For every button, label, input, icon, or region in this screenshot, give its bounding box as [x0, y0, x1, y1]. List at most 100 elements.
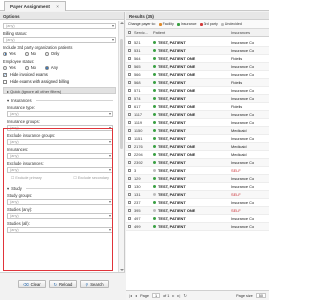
table-row[interactable]: 617 TEST, PATIENT ONE Fidelis	[126, 103, 269, 111]
row-checkbox[interactable]	[126, 96, 133, 101]
search-button[interactable]: ⚲ Search	[80, 280, 109, 288]
row-checkbox[interactable]	[126, 56, 133, 61]
table-row[interactable]: 1119 TEST, PATIENT Insurance Co	[126, 119, 269, 127]
billing-status-select[interactable]: (any)	[3, 37, 116, 43]
include-3rd-party-radios: Yes No Only	[3, 50, 116, 57]
table-row[interactable]: 564 TEST, PATIENT ONE Fidelis	[126, 55, 269, 63]
payer-facility-button[interactable]: Facility	[158, 22, 174, 26]
options-scrollbar[interactable]	[118, 21, 124, 272]
row-checkbox[interactable]	[126, 216, 133, 221]
row-checkbox[interactable]	[126, 120, 133, 125]
row-checkbox[interactable]	[126, 168, 133, 173]
row-checkbox[interactable]	[126, 208, 133, 213]
col-service[interactable]: Servic...	[133, 30, 151, 35]
row-checkbox[interactable]	[126, 64, 133, 69]
table-row[interactable]: 521 TEST, PATIENT Insurance Co	[126, 39, 269, 47]
table-row[interactable]: 131 TEST, PATIENT SELF	[126, 191, 269, 199]
scroll-down-icon[interactable]	[120, 269, 124, 271]
table-row[interactable]: 566 TEST, PATIENT ONE Insurance Co	[126, 71, 269, 79]
table-row[interactable]: 1151 TEST, PATIENT Insurance Co	[126, 135, 269, 143]
hide-invoiced-checkbox[interactable]	[3, 72, 7, 77]
payer-insurance-button[interactable]: Insurance	[176, 22, 197, 26]
row-patient-name: TEST, PATIENT	[158, 176, 186, 181]
table-row[interactable]: 565 TEST, PATIENT ONE Insurance Co	[126, 63, 269, 71]
top-select[interactable]: (any)	[3, 23, 116, 29]
payer-undecided-button[interactable]: Undecided	[220, 22, 242, 26]
select-all-checkbox[interactable]	[126, 30, 133, 35]
insurance-type-select[interactable]: (any)	[7, 111, 113, 117]
radio-only[interactable]	[44, 51, 49, 56]
scroll-up-icon[interactable]	[120, 22, 124, 24]
row-patient: TEST, PATIENT ONE	[151, 152, 229, 157]
table-row[interactable]: 395 TEST, PATIENT ONE SELF	[126, 207, 269, 215]
row-checkbox[interactable]	[126, 136, 133, 141]
radio-emp-any[interactable]	[44, 65, 49, 70]
table-row[interactable]: 1150 TEST, PATIENT Medicaid	[126, 127, 269, 135]
row-checkbox[interactable]	[126, 144, 133, 149]
row-checkbox[interactable]	[126, 128, 133, 133]
radio-emp-yes[interactable]	[3, 65, 7, 70]
close-icon[interactable]: ×	[56, 4, 59, 9]
prev-page-icon[interactable]: ◂	[135, 293, 137, 298]
row-checkbox[interactable]	[126, 200, 133, 205]
table-row[interactable]: 3 TEST, PATIENT SELF	[126, 167, 269, 175]
row-checkbox[interactable]	[126, 160, 133, 165]
row-checkbox[interactable]	[126, 224, 133, 229]
row-checkbox[interactable]	[126, 152, 133, 157]
col-patient[interactable]: Patient	[151, 30, 229, 35]
last-page-icon[interactable]: ▸|	[177, 293, 180, 298]
table-row[interactable]: 130 TEST, PATIENT Insurance Co	[126, 183, 269, 191]
page-of-label: of 1	[163, 293, 170, 298]
col-insurances[interactable]: Insurances	[229, 30, 269, 35]
row-checkbox[interactable]	[126, 176, 133, 181]
table-row[interactable]: 2392 TEST, PATIENT Insurance Co	[126, 159, 269, 167]
insurance-type-value: (any)	[10, 112, 19, 116]
row-checkbox[interactable]	[126, 72, 133, 77]
quick-filter-bar[interactable]: ▸ Quick (ignore all other filters)	[3, 87, 116, 94]
refresh-icon[interactable]: ↻	[183, 293, 186, 298]
next-page-icon[interactable]: ▸	[172, 293, 174, 298]
page-size-input[interactable]: 50	[255, 293, 266, 298]
table-row[interactable]: 568 TEST, PATIENT Fidelis	[126, 79, 269, 87]
first-page-icon[interactable]: |◂	[129, 293, 132, 298]
hide-invoiced-label: Hide invoiced exams	[10, 72, 48, 77]
row-service: 1151	[134, 136, 143, 141]
hide-assigned-checkbox[interactable]	[3, 79, 7, 84]
clear-button[interactable]: ⌫ Clear	[18, 280, 46, 288]
row-service: 131	[134, 192, 141, 197]
row-checkbox[interactable]	[126, 88, 133, 93]
payer-3rd-party-button[interactable]: 3rd party	[199, 22, 218, 26]
row-patient-name: TEST, PATIENT ONE	[158, 88, 196, 93]
radio-yes[interactable]	[3, 51, 7, 56]
table-row[interactable]: 574 TEST, PATIENT Insurance Co	[126, 95, 269, 103]
scrollbar-thumb[interactable]	[120, 39, 123, 149]
table-row[interactable]: 571 TEST, PATIENT ONE Insurance Co	[126, 87, 269, 95]
reload-button[interactable]: ↻ Reload	[48, 280, 78, 288]
options-header: Options	[0, 12, 124, 20]
row-checkbox[interactable]	[126, 184, 133, 189]
table-row[interactable]: 497 TEST, PATIENT Insurance Co	[126, 215, 269, 223]
radio-no[interactable]	[24, 51, 29, 56]
radio-emp-no[interactable]	[24, 65, 29, 70]
payer-status-icon	[153, 201, 156, 204]
tab-payer-assignment[interactable]: Payer Assignment ×	[4, 1, 66, 11]
row-checkbox[interactable]	[126, 80, 133, 85]
chevron-down-icon	[112, 25, 114, 27]
table-row[interactable]: 129 TEST, PATIENT Insurance Co	[126, 175, 269, 183]
table-row[interactable]: 237 TEST, PATIENT Insurance Co	[126, 199, 269, 207]
table-row[interactable]: 2176 TEST, PATIENT ONE Medicaid	[126, 143, 269, 151]
row-checkbox[interactable]	[126, 48, 133, 53]
row-checkbox[interactable]	[126, 104, 133, 109]
row-checkbox[interactable]	[126, 40, 133, 45]
table-row[interactable]: 531 TEST, PATIENT Insurance Co	[126, 47, 269, 55]
row-insurance: Insurance Co	[231, 184, 255, 189]
insurances-section-header[interactable]: ▾ Insurances	[7, 97, 113, 103]
row-patient: TEST, PATIENT ONE	[151, 144, 229, 149]
table-row[interactable]: 499 TEST, PATIENT Insurance Co	[126, 223, 269, 231]
row-service: 1119	[134, 120, 143, 125]
table-row[interactable]: 1117 TEST, PATIENT ONE Insurance Co	[126, 111, 269, 119]
page-input[interactable]: 1	[151, 293, 161, 298]
row-checkbox[interactable]	[126, 192, 133, 197]
row-checkbox[interactable]	[126, 112, 133, 117]
table-row[interactable]: 2294 TEST, PATIENT ONE Medicaid	[126, 151, 269, 159]
